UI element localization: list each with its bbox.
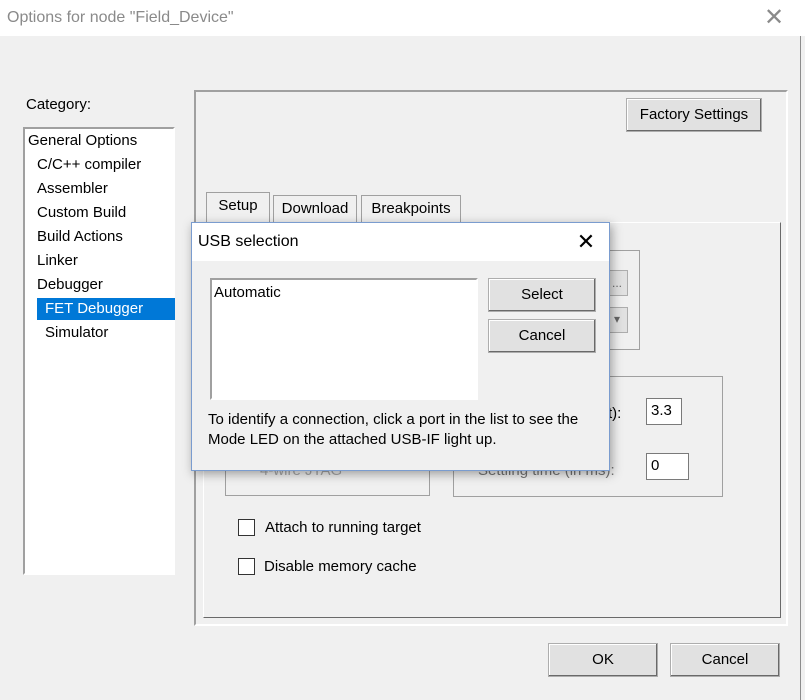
factory-settings-button[interactable]: Factory Settings <box>626 98 762 132</box>
cancel-button[interactable]: Cancel <box>670 643 780 677</box>
tab-setup[interactable]: Setup <box>206 192 270 223</box>
usb-dialog-title: USB selection <box>198 233 299 250</box>
usb-hint-text: To identify a connection, click a port i… <box>208 411 579 448</box>
select-button[interactable]: Select <box>488 278 596 312</box>
category-item-linker[interactable]: Linker <box>37 250 78 272</box>
category-label: Category: <box>26 96 92 113</box>
disable-memory-cache-checkbox[interactable] <box>238 558 255 575</box>
usb-port-list[interactable]: Automatic <box>210 278 478 400</box>
window-title: Options for node "Field_Device" <box>7 9 234 26</box>
target-voltage-label: t): <box>608 405 622 422</box>
category-item-general-options[interactable]: General Options <box>28 130 137 152</box>
disable-memory-cache-label: Disable memory cache <box>264 558 417 575</box>
category-item-debugger[interactable]: Debugger <box>37 274 103 296</box>
category-item-build-actions[interactable]: Build Actions <box>37 226 123 248</box>
right-edge-divider <box>800 36 801 700</box>
tab-breakpoints[interactable]: Breakpoints <box>361 195 461 223</box>
list-item[interactable]: Automatic <box>214 284 281 301</box>
close-icon[interactable]: ✕ <box>756 2 792 34</box>
ok-button[interactable]: OK <box>548 643 658 677</box>
attach-running-target-label: Attach to running target <box>265 519 421 536</box>
category-item-assembler[interactable]: Assembler <box>37 178 108 200</box>
category-item-simulator[interactable]: Simulator <box>45 322 108 344</box>
tab-download[interactable]: Download <box>273 195 357 223</box>
category-item-custom-build[interactable]: Custom Build <box>37 202 126 224</box>
attach-running-target-checkbox[interactable] <box>238 519 255 536</box>
close-icon[interactable]: ✕ <box>566 227 606 257</box>
category-item-fet-debugger[interactable]: FET Debugger <box>37 298 175 320</box>
usb-selection-dialog: USB selection ✕ Automatic Select Cancel … <box>191 222 610 471</box>
usb-cancel-button[interactable]: Cancel <box>488 319 596 353</box>
category-list[interactable]: General Options C/C++ compiler Assembler… <box>23 127 175 575</box>
category-item-c-compiler[interactable]: C/C++ compiler <box>37 154 141 176</box>
settling-time-input[interactable]: 0 <box>646 453 689 480</box>
target-voltage-input[interactable]: 3.3 <box>646 398 682 425</box>
